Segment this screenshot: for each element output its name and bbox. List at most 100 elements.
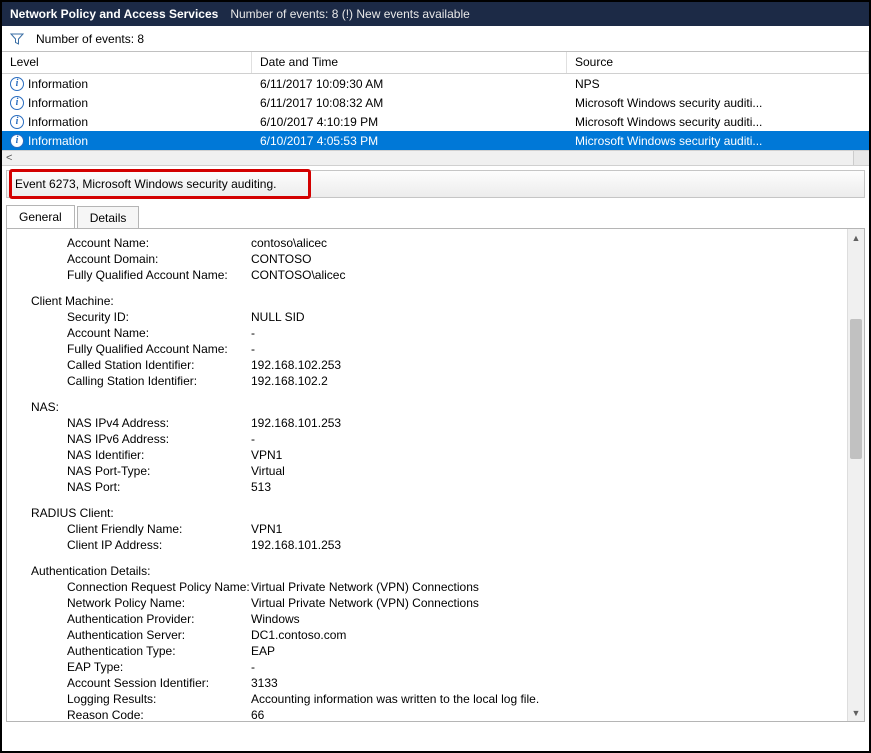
detail-row: NAS IPv6 Address:-: [31, 431, 840, 447]
detail-key: NAS Port-Type:: [31, 463, 251, 479]
detail-value: Virtual Private Network (VPN) Connection…: [251, 595, 840, 611]
detail-value: Virtual Private Network (VPN) Connection…: [251, 579, 840, 595]
cell-datetime: 6/10/2017 4:10:19 PM: [252, 115, 567, 129]
detail-row: Account Session Identifier:3133: [31, 675, 840, 691]
detail-row: NAS IPv4 Address:192.168.101.253: [31, 415, 840, 431]
detail-key: Account Session Identifier:: [31, 675, 251, 691]
scroll-left-icon[interactable]: <: [6, 152, 12, 164]
detail-row: NAS Port-Type:Virtual: [31, 463, 840, 479]
detail-row: Fully Qualified Account Name:-: [31, 341, 840, 357]
detail-key: NAS Port:: [31, 479, 251, 495]
detail-key: Connection Request Policy Name:: [31, 579, 251, 595]
detail-key: Authentication Provider:: [31, 611, 251, 627]
info-icon: i: [10, 134, 24, 148]
detail-key: NAS IPv6 Address:: [31, 431, 251, 447]
tab-strip: General Details: [6, 205, 865, 229]
cell-source: Microsoft Windows security auditi...: [567, 96, 869, 110]
info-icon: i: [10, 77, 24, 91]
detail-key: Calling Station Identifier:: [31, 373, 251, 389]
event-count: Number of events: 8: [36, 32, 144, 46]
events-table: Level Date and Time Source iInformation6…: [2, 52, 869, 150]
col-datetime[interactable]: Date and Time: [252, 52, 567, 73]
detail-value: CONTOSO\alicec: [251, 267, 840, 283]
detail-value: 192.168.102.2: [251, 373, 840, 389]
cell-datetime: 6/11/2017 10:09:30 AM: [252, 77, 567, 91]
detail-value: 513: [251, 479, 840, 495]
detail-key: Account Domain:: [31, 251, 251, 267]
cell-source: NPS: [567, 77, 869, 91]
detail-key: Security ID:: [31, 309, 251, 325]
table-row[interactable]: iInformation6/10/2017 4:05:53 PMMicrosof…: [2, 131, 869, 150]
detail-row: Authentication Type:EAP: [31, 643, 840, 659]
detail-value: Virtual: [251, 463, 840, 479]
table-body: iInformation6/11/2017 10:09:30 AMNPSiInf…: [2, 74, 869, 150]
detail-value: -: [251, 431, 840, 447]
info-icon: i: [10, 96, 24, 110]
detail-value: Accounting information was written to th…: [251, 691, 840, 707]
table-row[interactable]: i Information 6/11/2017 10:08:32 AMMicroso…: [2, 93, 869, 112]
detail-row: Fully Qualified Account Name:CONTOSO\ali…: [31, 267, 840, 283]
detail-value: -: [251, 659, 840, 675]
horizontal-scrollbar[interactable]: <: [2, 150, 869, 166]
detail-key: Logging Results:: [31, 691, 251, 707]
tab-details[interactable]: Details: [77, 206, 140, 229]
detail-row: Account Domain:CONTOSO: [31, 251, 840, 267]
cell-datetime: 6/10/2017 4:05:53 PM: [252, 134, 567, 148]
detail-value: -: [251, 341, 840, 357]
cell-level: Information: [28, 115, 88, 129]
detail-row: Connection Request Policy Name:Virtual P…: [31, 579, 840, 595]
table-row[interactable]: iInformation6/10/2017 4:10:19 PMMicrosof…: [2, 112, 869, 131]
detail-key: Fully Qualified Account Name:: [31, 267, 251, 283]
scroll-thumb[interactable]: [850, 319, 862, 459]
detail-row: Logging Results:Accounting information w…: [31, 691, 840, 707]
detail-key: Network Policy Name:: [31, 595, 251, 611]
col-source[interactable]: Source: [567, 52, 869, 73]
scroll-up-icon[interactable]: ▲: [848, 229, 864, 246]
detail-value: EAP: [251, 643, 840, 659]
detail-value: Windows: [251, 611, 840, 627]
detail-value: CONTOSO: [251, 251, 840, 267]
detail-key: Authentication Server:: [31, 627, 251, 643]
vertical-scrollbar[interactable]: ▲ ▼: [847, 229, 864, 721]
info-icon: i: [10, 115, 24, 129]
col-level[interactable]: Level: [2, 52, 252, 73]
detail-row: Client Friendly Name:VPN1: [31, 521, 840, 537]
detail-row: EAP Type:-: [31, 659, 840, 675]
detail-row: Account Name:-: [31, 325, 840, 341]
detail-row: Called Station Identifier:192.168.102.25…: [31, 357, 840, 373]
detail-row: Authentication Provider:Windows: [31, 611, 840, 627]
detail-key: Account Name:: [31, 235, 251, 251]
table-row[interactable]: iInformation6/11/2017 10:09:30 AMNPS: [2, 74, 869, 93]
title-bar: Network Policy and Access Services Numbe…: [2, 2, 869, 26]
detail-key: NAS Identifier:: [31, 447, 251, 463]
tab-general[interactable]: General: [6, 205, 75, 229]
detail-value: DC1.contoso.com: [251, 627, 840, 643]
detail-row: Calling Station Identifier:192.168.102.2: [31, 373, 840, 389]
detail-key: Client IP Address:: [31, 537, 251, 553]
detail-value: VPN1: [251, 447, 840, 463]
section-title: NAS:: [31, 399, 840, 415]
cell-datetime: 6/11/2017 10:08:32 AM: [252, 96, 567, 110]
filter-icon[interactable]: [10, 32, 24, 46]
detail-row: Reason Code:66: [31, 707, 840, 722]
event-title-bar: Event 6273, Microsoft Windows security a…: [6, 170, 865, 198]
title-subtext: Number of events: 8 (!) New events avail…: [230, 7, 469, 21]
detail-key: Called Station Identifier:: [31, 357, 251, 373]
cell-level: Information: [28, 96, 88, 110]
detail-key: Reason Code:: [31, 707, 251, 722]
detail-value: 66: [251, 707, 840, 722]
scroll-down-icon[interactable]: ▼: [848, 704, 864, 721]
scroll-right-track[interactable]: [853, 151, 869, 165]
detail-row: Client IP Address:192.168.101.253: [31, 537, 840, 553]
event-details: Account Name:contoso\alicecAccount Domai…: [31, 235, 840, 722]
filter-bar: Number of events: 8: [2, 26, 869, 52]
detail-row: Account Name:contoso\alicec: [31, 235, 840, 251]
detail-key: Fully Qualified Account Name:: [31, 341, 251, 357]
detail-value: 192.168.102.253: [251, 357, 840, 373]
tab-content: Account Name:contoso\alicecAccount Domai…: [6, 228, 865, 722]
detail-key: Account Name:: [31, 325, 251, 341]
detail-key: NAS IPv4 Address:: [31, 415, 251, 431]
detail-row: Network Policy Name:Virtual Private Netw…: [31, 595, 840, 611]
detail-row: Authentication Server:DC1.contoso.com: [31, 627, 840, 643]
detail-key: Authentication Type:: [31, 643, 251, 659]
